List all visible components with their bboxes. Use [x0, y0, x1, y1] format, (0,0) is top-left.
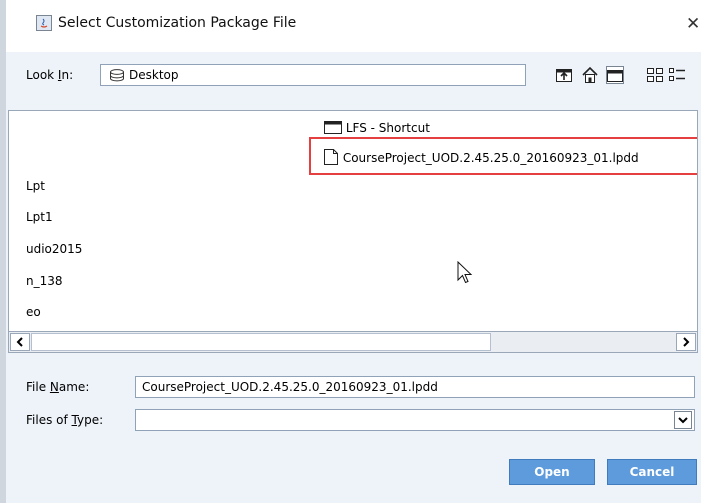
list-item[interactable]: LFS - Shortcut — [324, 120, 430, 135]
up-one-level-icon[interactable] — [555, 66, 573, 84]
file-name-input[interactable]: CourseProject_UOD.2.45.25.0_20160923_01.… — [135, 376, 695, 398]
file-name-label: File Name: — [26, 380, 90, 394]
folder-shortcut-icon — [324, 121, 342, 134]
scroll-right-button[interactable] — [676, 333, 696, 351]
title-bar: Select Customization Package File ✕ — [6, 0, 701, 52]
list-item[interactable]: eo — [26, 305, 41, 319]
close-button[interactable]: ✕ — [686, 14, 700, 34]
scrollbar-thumb[interactable] — [31, 333, 491, 351]
home-icon[interactable] — [581, 66, 599, 84]
window-title: Select Customization Package File — [58, 15, 297, 31]
cancel-button[interactable]: Cancel — [607, 459, 697, 485]
java-app-icon — [36, 15, 52, 31]
file-type-combobox[interactable] — [135, 409, 695, 431]
list-item[interactable]: CourseProject_UOD.2.45.25.0_20160923_01.… — [323, 148, 639, 166]
file-type-dropdown-button[interactable] — [674, 411, 692, 429]
left-window-edge — [0, 0, 6, 503]
chevron-right-icon — [683, 337, 690, 347]
list-view-icon[interactable] — [646, 66, 664, 84]
file-icon — [324, 149, 338, 165]
details-view-icon[interactable] — [668, 66, 686, 84]
scroll-left-button[interactable] — [10, 333, 30, 351]
open-button[interactable]: Open — [509, 459, 595, 485]
look-in-combobox[interactable]: Desktop — [100, 64, 624, 86]
desktop-drive-icon — [110, 69, 124, 82]
look-in-value: Desktop — [129, 68, 179, 82]
list-item[interactable]: udio2015 — [26, 242, 82, 256]
list-item[interactable]: Lpt1 — [26, 210, 53, 224]
list-item[interactable]: n_138 — [26, 274, 63, 288]
list-item[interactable]: Lpt — [26, 179, 45, 193]
file-list[interactable]: LFS - Shortcut CourseProject_UOD.2.45.25… — [8, 110, 698, 353]
horizontal-scrollbar[interactable] — [8, 331, 698, 353]
chevron-down-icon — [678, 417, 688, 424]
file-type-label: Files of Type: — [26, 413, 104, 427]
chevron-left-icon — [16, 337, 23, 347]
mouse-cursor-icon — [457, 261, 473, 284]
file-name-value: CourseProject_UOD.2.45.25.0_20160923_01.… — [142, 380, 438, 394]
new-folder-icon[interactable] — [606, 66, 624, 84]
look-in-label: Look In: — [26, 68, 74, 82]
